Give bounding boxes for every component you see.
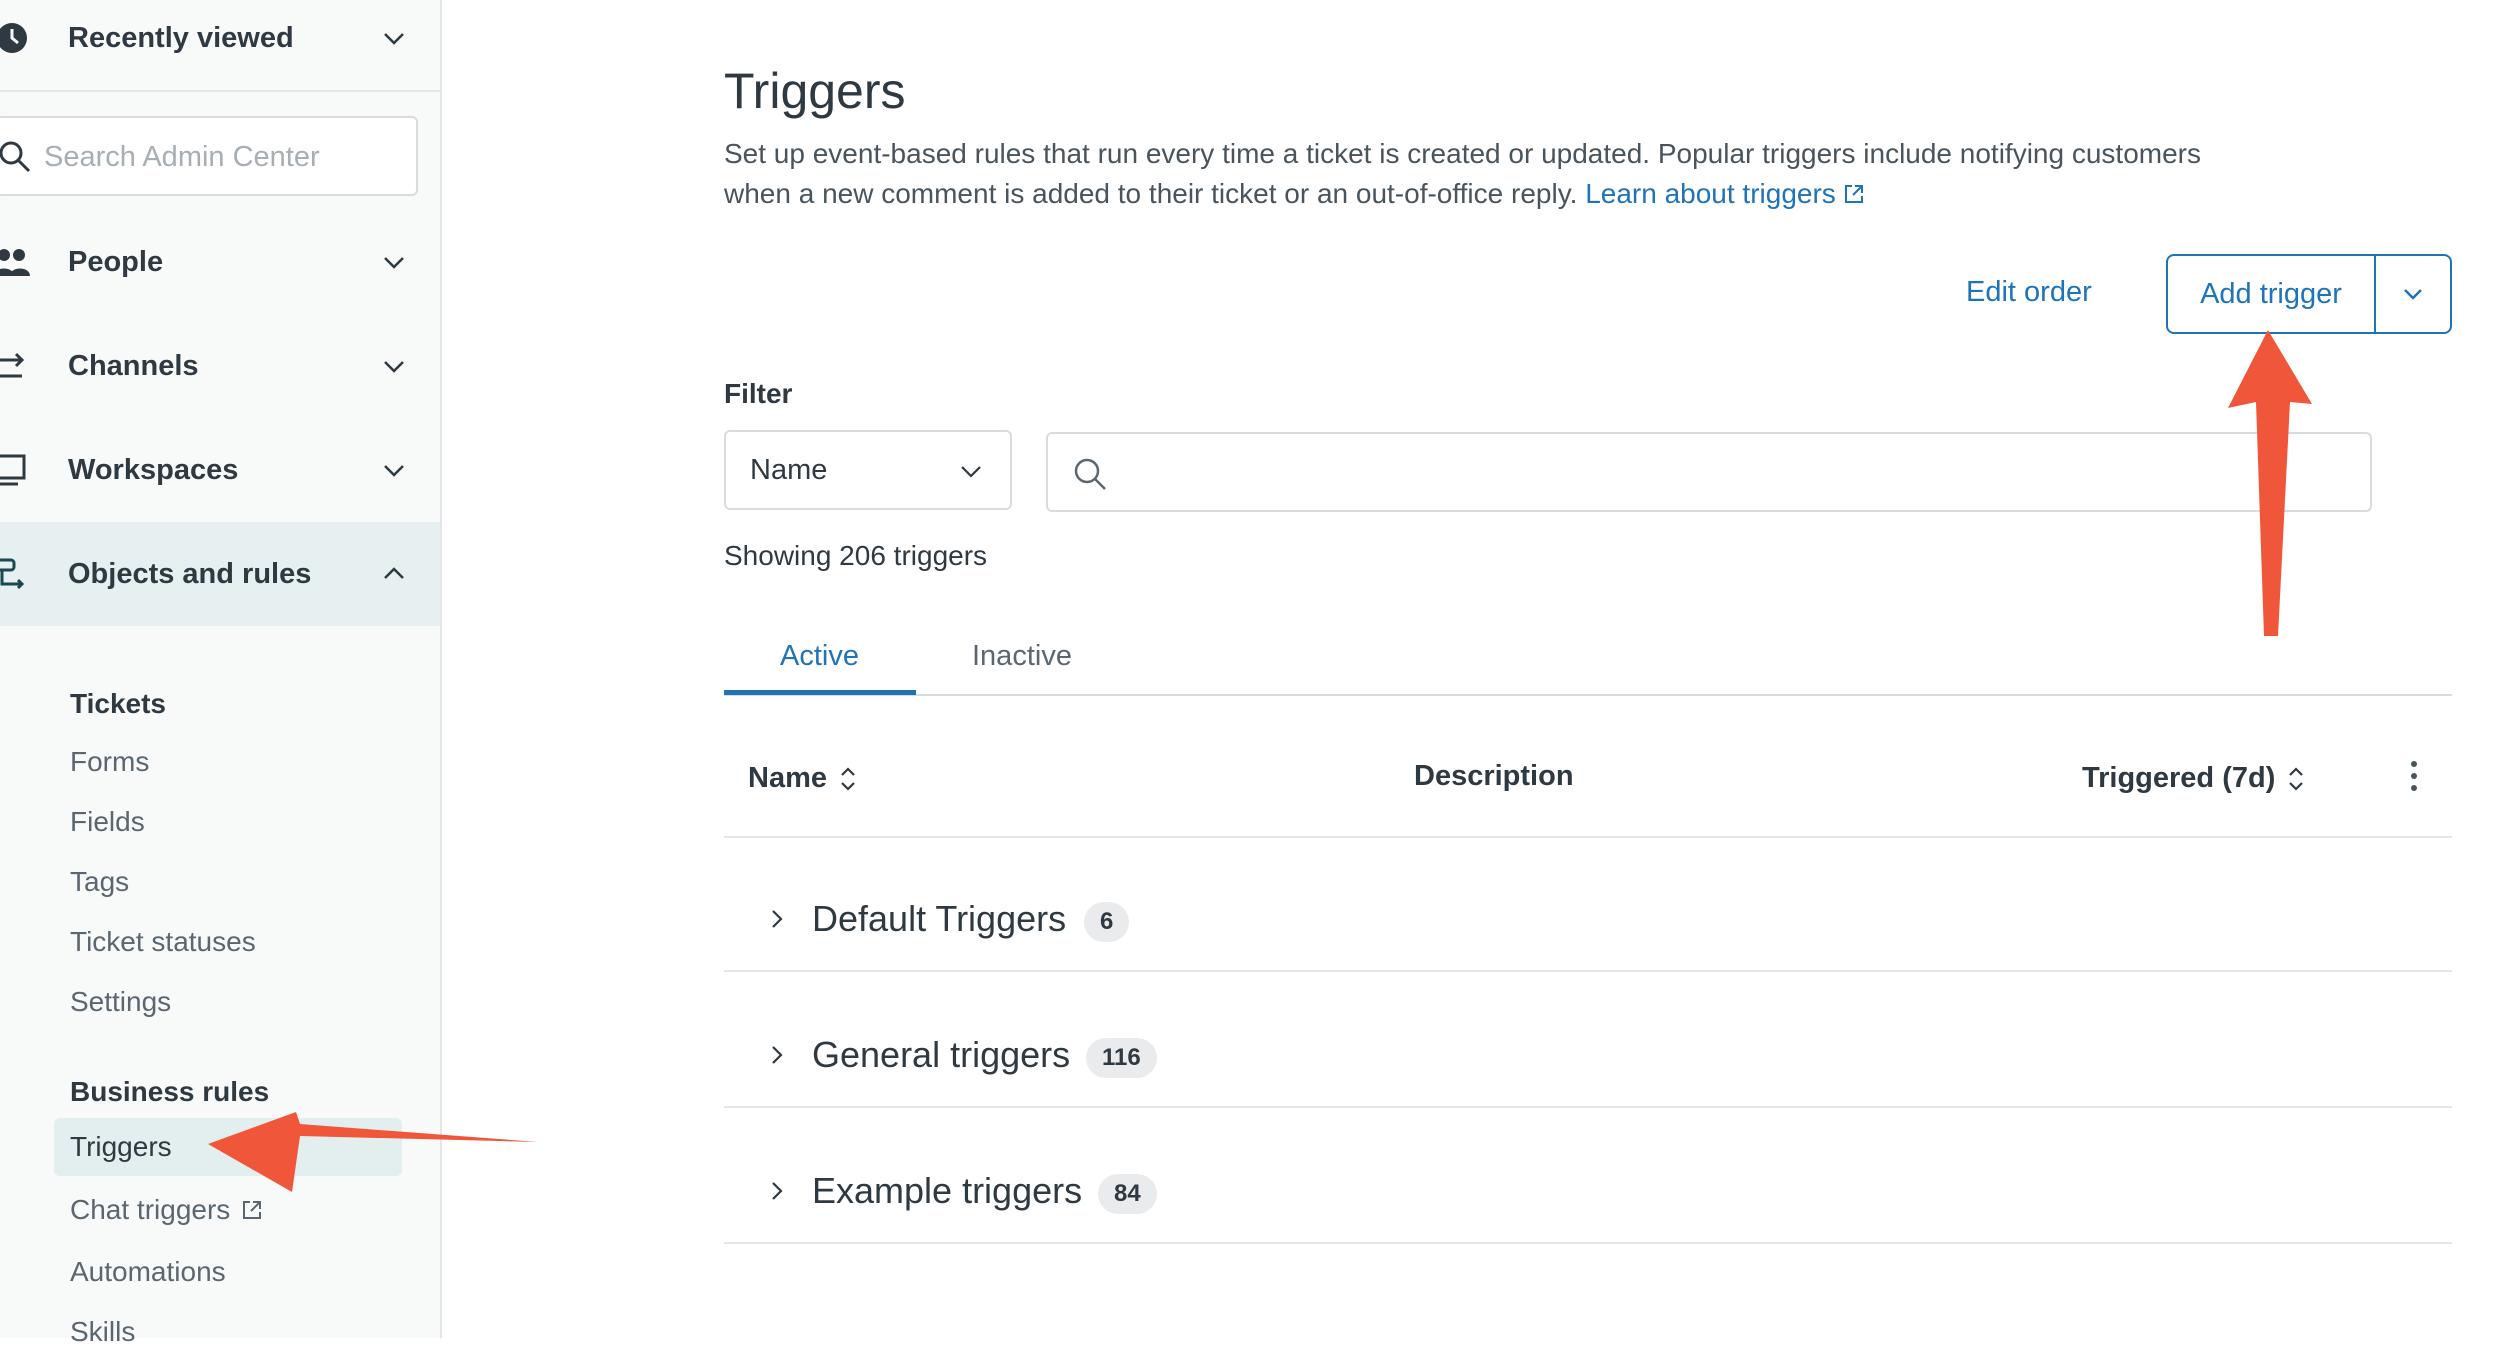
sidebar-item-label: Objects and rules (68, 557, 312, 590)
sidebar-item-people[interactable]: People (0, 210, 440, 314)
table-divider (724, 970, 2452, 972)
chevron-down-icon (384, 33, 404, 45)
search-icon (0, 141, 31, 173)
external-link-icon (243, 1201, 262, 1219)
admin-search-box[interactable] (0, 116, 418, 196)
objects-rules-icon (0, 558, 25, 590)
external-link-icon (1844, 185, 1863, 203)
group-count-badge: 6 (1084, 902, 1130, 942)
sort-icon (2289, 766, 2304, 791)
chevron-right-icon (772, 910, 783, 928)
add-trigger-button[interactable]: Add trigger (2168, 256, 2376, 332)
sidebar-item-label: Channels (68, 349, 199, 382)
sidebar-link-label: Chat triggers (70, 1194, 231, 1225)
chevron-up-icon (384, 567, 404, 579)
learn-about-triggers-link[interactable]: Learn about triggers (1585, 174, 1866, 214)
search-icon (1074, 458, 1106, 490)
sidebar-link-settings[interactable]: Settings (70, 986, 171, 1018)
table-divider (724, 1106, 2452, 1108)
table-divider (724, 1242, 2452, 1244)
result-count: Showing 206 triggers (724, 540, 988, 571)
description-text: Set up event-based rules that run every … (724, 138, 2201, 209)
filter-search-box[interactable] (1046, 432, 2372, 512)
sidebar-link-tags[interactable]: Tags (70, 866, 129, 898)
active-tab-indicator (724, 690, 916, 695)
column-header-name[interactable]: Name (748, 762, 859, 795)
clock-icon (0, 23, 27, 53)
chevron-down-icon (384, 465, 404, 477)
chevron-down-icon (384, 361, 404, 373)
sidebar-item-label: People (68, 245, 164, 278)
page-description: Set up event-based rules that run every … (724, 134, 2204, 214)
tab-active[interactable]: Active (780, 640, 859, 673)
tickets-heading: Tickets (70, 688, 166, 719)
sidebar-link-automations[interactable]: Automations (70, 1256, 226, 1288)
group-name: Default Triggers (812, 898, 1067, 939)
edit-order-button[interactable]: Edit order (1966, 276, 2092, 309)
column-header-label: Name (748, 762, 827, 794)
sidebar-item-workspaces[interactable]: Workspaces (0, 418, 440, 522)
admin-search-input[interactable] (42, 132, 406, 182)
filter-label: Filter (724, 378, 793, 409)
group-name: General triggers (812, 1034, 1071, 1075)
sidebar-item-objects-and-rules[interactable]: Objects and rules (0, 522, 440, 626)
monitor-icon (0, 454, 26, 486)
sidebar-link-label: Triggers (70, 1131, 172, 1162)
business-rules-heading: Business rules (70, 1076, 270, 1107)
people-icon (0, 249, 30, 276)
filter-select-value: Name (750, 454, 828, 486)
tabs-divider (724, 694, 2452, 696)
sidebar-link-forms[interactable]: Forms (70, 746, 149, 778)
tab-inactive[interactable]: Inactive (972, 640, 1072, 673)
column-header-label: Triggered (7d) (2082, 762, 2276, 794)
filter-field-select[interactable]: Name (724, 430, 1012, 510)
sidebar-item-label: Workspaces (68, 453, 239, 486)
column-header-triggered-7d[interactable]: Triggered (7d) (2082, 762, 2307, 795)
recently-viewed-label: Recently viewed (68, 21, 294, 54)
recently-viewed-toggle[interactable]: Recently viewed (0, 0, 440, 90)
sidebar-item-channels[interactable]: Channels (0, 314, 440, 418)
sidebar-link-ticket-statuses[interactable]: Ticket statuses (70, 926, 256, 958)
sidebar-link-chat-triggers[interactable]: Chat triggers (70, 1194, 264, 1226)
filter-search-input[interactable] (1124, 450, 2348, 498)
table-divider (724, 836, 2452, 838)
more-options-icon[interactable] (2402, 756, 2426, 796)
page-title: Triggers (724, 63, 906, 119)
learn-link-label: Learn about triggers (1585, 178, 1836, 209)
chevron-down-icon (384, 257, 404, 269)
sidebar-link-fields[interactable]: Fields (70, 806, 145, 838)
chevron-down-icon (2404, 289, 2422, 300)
chevron-right-icon (772, 1182, 783, 1200)
trigger-group-row[interactable]: General triggers 116 (724, 988, 2452, 1124)
group-count-badge: 116 (1086, 1038, 1157, 1078)
channels-icon (0, 352, 25, 378)
sort-icon (841, 766, 855, 791)
chevron-right-icon (772, 1046, 783, 1064)
column-header-label: Description (1414, 760, 1574, 792)
column-header-description: Description (1414, 760, 1574, 793)
add-trigger-split-button: Add trigger (2166, 254, 2452, 334)
sidebar-divider (0, 90, 440, 92)
sidebar-link-triggers[interactable]: Triggers (54, 1118, 402, 1176)
add-trigger-menu-button[interactable] (2376, 256, 2450, 332)
sidebar-link-skills[interactable]: Skills (70, 1316, 135, 1348)
admin-sidebar: Recently viewed People Channels (0, 0, 442, 1347)
group-name: Example triggers (812, 1170, 1083, 1211)
trigger-group-row[interactable]: Default Triggers 6 (724, 852, 2452, 988)
trigger-group-row[interactable]: Example triggers 84 (724, 1124, 2452, 1260)
group-count-badge: 84 (1098, 1174, 1157, 1214)
chevron-down-icon (961, 466, 981, 478)
